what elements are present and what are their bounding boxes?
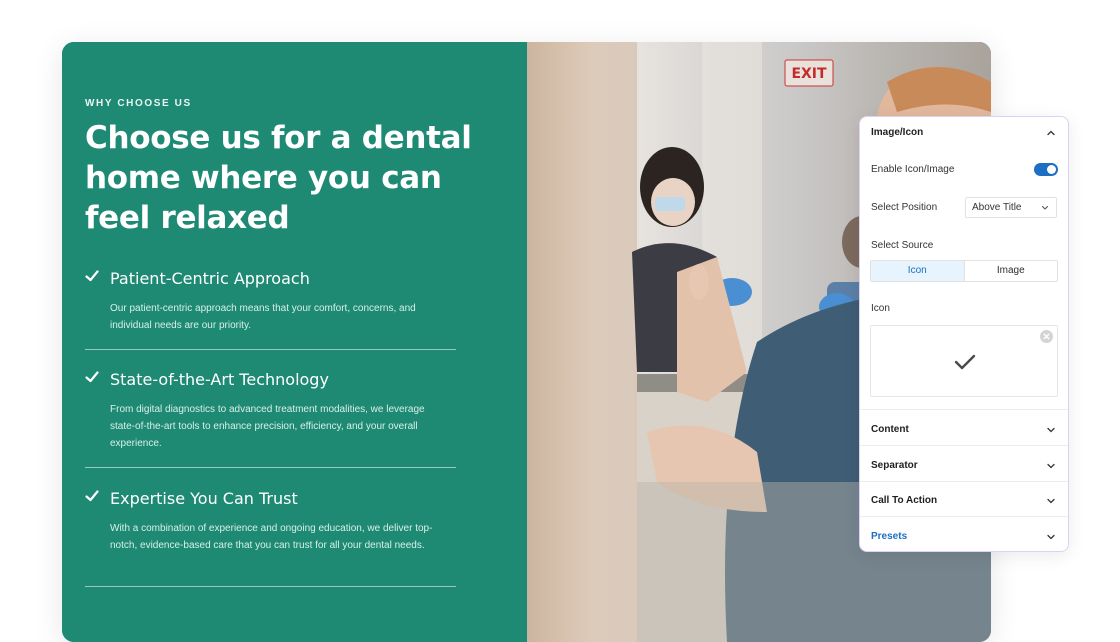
headline-line-1: Choose us for a dental [85,120,472,156]
chevron-down-icon[interactable] [1046,496,1056,506]
headline-line-2: home where you can [85,160,442,196]
feature-description: From digital diagnostics to advanced tre… [110,404,425,449]
section-content[interactable]: Content [871,424,909,435]
eyebrow-label: WHY CHOOSE US [85,98,192,109]
divider [860,481,1068,482]
feature-title: Patient-Centric Approach [110,269,310,288]
divider [85,586,456,587]
section-separator[interactable]: Separator [871,460,918,471]
image-icon-settings-panel: Image/Icon Enable Icon/Image Select Posi… [859,116,1069,552]
headline: Choose us for a dental home where you ca… [85,118,485,238]
select-position-label: Select Position [871,202,938,213]
feature-title: Expertise You Can Trust [110,489,298,508]
select-source-label: Select Source [871,240,934,251]
section-title-image-icon: Image/Icon [871,127,924,138]
check-icon [85,270,99,282]
chevron-up-icon[interactable] [1046,128,1056,138]
divider [85,467,456,468]
icon-picker[interactable] [870,325,1058,397]
chevron-down-icon[interactable] [1046,532,1056,542]
feature-description: Our patient-centric approach means that … [110,303,416,331]
exit-sign-text: EXIT [791,66,827,82]
divider [860,445,1068,446]
chevron-down-icon[interactable] [1046,461,1056,471]
why-choose-us-card: WHY CHOOSE US Choose us for a dental hom… [62,42,991,642]
divider [85,349,456,350]
divider [860,516,1068,517]
check-icon [85,371,99,383]
icon-field-label: Icon [871,303,890,314]
chevron-down-icon[interactable] [1046,425,1056,435]
feature-title: State-of-the-Art Technology [110,370,329,389]
source-segmented-control: Icon Image [870,260,1058,282]
feature-description: With a combination of experience and ong… [110,523,433,551]
check-icon [954,354,976,370]
section-call-to-action[interactable]: Call To Action [871,495,937,506]
source-option-icon[interactable]: Icon [871,261,965,281]
enable-icon-image-label: Enable Icon/Image [871,164,955,175]
divider [860,409,1068,410]
content-column: WHY CHOOSE US Choose us for a dental hom… [62,42,527,642]
check-icon [85,490,99,502]
chevron-down-icon [1041,205,1049,210]
enable-icon-image-toggle[interactable] [1034,163,1058,176]
headline-line-3: feel relaxed [85,200,290,236]
source-option-image[interactable]: Image [965,261,1058,281]
position-select[interactable]: Above Title [965,197,1057,218]
clear-icon[interactable] [1040,330,1053,343]
section-presets[interactable]: Presets [871,531,907,542]
position-select-value: Above Title [972,202,1022,213]
